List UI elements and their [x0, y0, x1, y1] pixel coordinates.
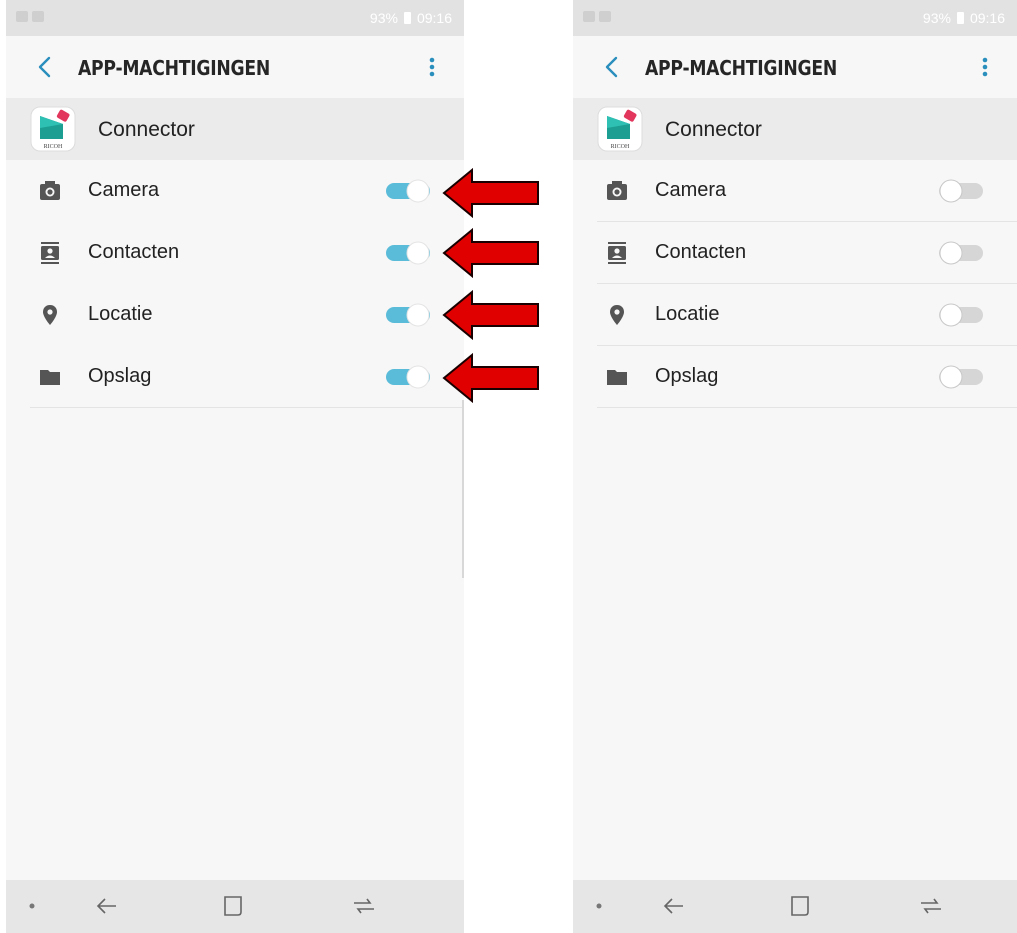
app-header-row: RICOH Connector: [6, 98, 464, 160]
svg-text:RICOH: RICOH: [44, 144, 63, 150]
scrollbar: [462, 400, 464, 578]
toggle-switch[interactable]: [937, 239, 985, 267]
back-arrow-icon[interactable]: [661, 893, 687, 919]
ricoh-app-icon: RICOH: [597, 106, 643, 152]
permission-label: Contacten: [655, 241, 747, 263]
permission-item-camera[interactable]: Camera: [6, 160, 464, 222]
phone-screen-after: 93% 09:16 APP-MACHTIGINGEN RICOH Connect…: [573, 0, 1017, 933]
app-name: Connector: [665, 118, 762, 141]
red-arrow-annotation: [442, 168, 539, 218]
app-bar: APP-MACHTIGINGEN: [6, 36, 464, 98]
permission-label: Camera: [655, 179, 727, 201]
toggle-switch[interactable]: [937, 363, 985, 391]
permission-label: Locatie: [88, 303, 153, 325]
permission-list: Camera Contacten Locatie Opslag: [6, 160, 464, 408]
back-arrow-icon[interactable]: [94, 893, 120, 919]
status-right: 93% 09:16: [923, 10, 1005, 26]
more-vert-icon[interactable]: [977, 52, 993, 82]
svg-text:RICOH: RICOH: [611, 144, 630, 150]
permission-label: Locatie: [655, 303, 720, 325]
chevron-left-icon[interactable]: [599, 52, 625, 82]
permission-item-opslag[interactable]: Opslag: [573, 346, 1017, 408]
status-time: 09:16: [969, 10, 1005, 26]
app-name: Connector: [98, 118, 195, 141]
folder-icon: [40, 370, 60, 385]
location-pin-icon: [43, 305, 57, 325]
dot-icon: [29, 903, 35, 909]
red-arrow-annotation: [442, 353, 539, 403]
dot-icon: [596, 903, 602, 909]
contacts-icon: [608, 242, 626, 264]
recent-apps-icon[interactable]: [350, 893, 378, 919]
permission-label: Opslag: [655, 365, 719, 387]
page-title: APP-MACHTIGINGEN: [78, 56, 270, 80]
chevron-left-icon[interactable]: [32, 52, 58, 82]
permission-item-camera[interactable]: Camera: [573, 160, 1017, 222]
battery-icon: [403, 12, 411, 24]
permission-label: Opslag: [88, 365, 152, 387]
permission-list: Camera Contacten Locatie Opslag: [573, 160, 1017, 408]
status-battery: 93%: [922, 10, 951, 26]
home-icon[interactable]: [787, 893, 813, 919]
red-arrow-annotation: [442, 228, 539, 278]
app-header-row: RICOH Connector: [573, 98, 1017, 160]
recent-apps-icon[interactable]: [917, 893, 945, 919]
more-vert-icon[interactable]: [424, 52, 440, 82]
navigation-bar: [6, 880, 464, 933]
divider: [30, 407, 464, 408]
toggle-switch[interactable]: [384, 301, 432, 329]
notification-icons: [583, 11, 611, 22]
app-bar: APP-MACHTIGINGEN: [573, 36, 1017, 98]
home-icon[interactable]: [220, 893, 246, 919]
permission-item-opslag[interactable]: Opslag: [6, 346, 464, 408]
battery-icon: [956, 12, 964, 24]
permission-label: Camera: [88, 179, 160, 201]
status-bar: 93% 09:16: [573, 0, 1017, 36]
red-arrow-annotation: [442, 290, 539, 340]
divider: [597, 407, 1017, 408]
contacts-icon: [41, 242, 59, 264]
folder-icon: [607, 370, 627, 385]
status-battery: 93%: [369, 10, 398, 26]
ricoh-app-icon: RICOH: [30, 106, 76, 152]
navigation-bar: [573, 880, 1017, 933]
toggle-switch[interactable]: [384, 363, 432, 391]
toggle-switch[interactable]: [937, 177, 985, 205]
status-bar: 93% 09:16: [6, 0, 464, 36]
page-title: APP-MACHTIGINGEN: [645, 56, 837, 80]
notification-icons: [16, 11, 44, 22]
permission-item-contacten[interactable]: Contacten: [6, 222, 464, 284]
permission-label: Contacten: [88, 241, 180, 263]
location-pin-icon: [610, 305, 624, 325]
toggle-switch[interactable]: [937, 301, 985, 329]
toggle-switch[interactable]: [384, 177, 432, 205]
permission-item-contacten[interactable]: Contacten: [573, 222, 1017, 284]
phone-screen-before: 93% 09:16 APP-MACHTIGINGEN RICOH Connect…: [6, 0, 464, 933]
camera-icon: [607, 181, 627, 200]
status-time: 09:16: [416, 10, 452, 26]
camera-icon: [40, 181, 60, 200]
toggle-switch[interactable]: [384, 239, 432, 267]
permission-item-locatie[interactable]: Locatie: [6, 284, 464, 346]
permission-item-locatie[interactable]: Locatie: [573, 284, 1017, 346]
status-right: 93% 09:16: [370, 10, 452, 26]
